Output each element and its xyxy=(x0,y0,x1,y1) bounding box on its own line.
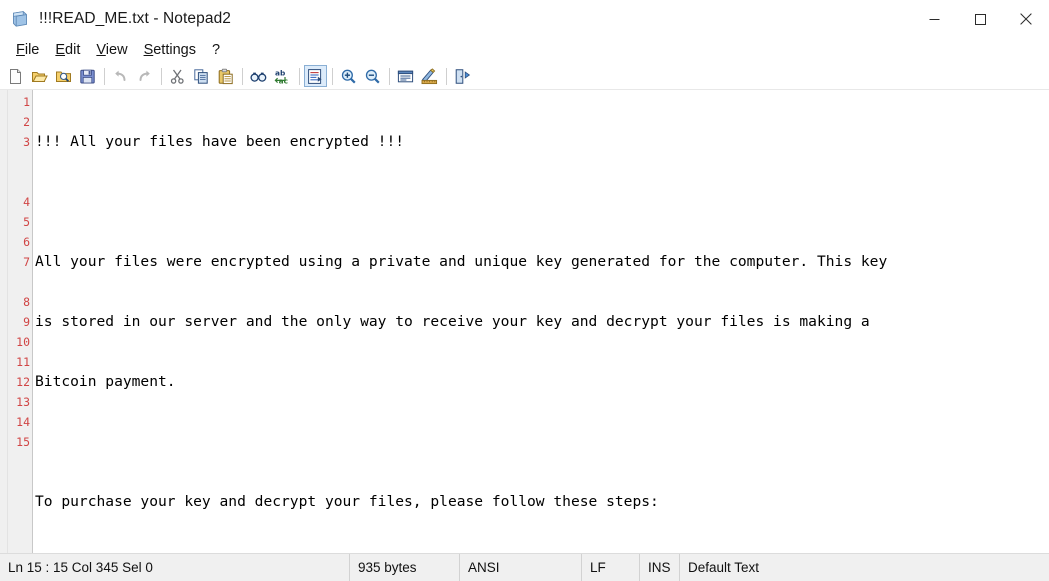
line-number: 6 xyxy=(23,235,30,249)
toolbar: ab ac xyxy=(0,63,1049,90)
line-number: 7 xyxy=(23,255,30,269)
status-file-size: 935 bytes xyxy=(350,554,460,581)
browse-file-button[interactable] xyxy=(52,65,75,87)
bookmark-margin[interactable] xyxy=(0,90,8,553)
editor-area[interactable]: 1 2 3 . . 4 5 6 7 . 8 9 10 11 12 13 14 1… xyxy=(0,90,1049,553)
line-number: 9 xyxy=(23,315,30,329)
word-wrap-button[interactable] xyxy=(304,65,327,87)
line-number: 4 xyxy=(23,195,30,209)
menu-bar: File Edit View Settings ? xyxy=(0,38,1049,63)
menu-settings-label: ettings xyxy=(153,42,196,58)
menu-help[interactable]: ? xyxy=(204,40,228,61)
line-number: 14 xyxy=(16,415,30,429)
notepad-document-icon xyxy=(11,10,29,28)
toolbar-separator xyxy=(299,67,300,85)
scheme-options-button[interactable] xyxy=(418,65,441,87)
toolbar-separator xyxy=(389,67,390,85)
zoom-out-button[interactable] xyxy=(361,65,384,87)
status-line-endings[interactable]: LF xyxy=(582,554,640,581)
status-bar: Ln 15 : 15 Col 345 Sel 0 935 bytes ANSI … xyxy=(0,553,1049,581)
menu-edit-label: dit xyxy=(65,42,81,58)
open-file-button[interactable] xyxy=(28,65,51,87)
status-scheme[interactable]: Default Text xyxy=(680,554,1049,581)
line-number-gutter: 1 2 3 . . 4 5 6 7 . 8 9 10 11 12 13 14 1… xyxy=(8,90,33,553)
redo-button[interactable] xyxy=(133,65,156,87)
find-button[interactable] xyxy=(247,65,270,87)
line-number: 5 xyxy=(23,215,30,229)
scheme-button[interactable] xyxy=(394,65,417,87)
document-text[interactable]: !!! All your files have been encrypted !… xyxy=(33,92,1049,553)
text-line: All your files were encrypted using a pr… xyxy=(35,253,888,270)
text-line xyxy=(35,432,1049,452)
line-number: 8 xyxy=(23,295,30,309)
title-bar: !!!READ_ME.txt - Notepad2 xyxy=(0,0,1049,38)
text-line xyxy=(35,192,1049,212)
line-number: 10 xyxy=(16,335,30,349)
text-line: is stored in our server and the only way… xyxy=(35,313,870,330)
maximize-button[interactable] xyxy=(957,0,1003,38)
menu-file[interactable]: File xyxy=(8,40,47,61)
line-number: 12 xyxy=(16,375,30,389)
status-insert-mode[interactable]: INS xyxy=(640,554,680,581)
cut-button[interactable] xyxy=(166,65,189,87)
text-line xyxy=(35,552,1049,553)
exit-button[interactable] xyxy=(451,65,474,87)
text-line: To purchase your key and decrypt your fi… xyxy=(35,493,659,510)
zoom-in-button[interactable] xyxy=(337,65,360,87)
toolbar-separator xyxy=(446,67,447,85)
close-button[interactable] xyxy=(1003,0,1049,38)
line-number: 2 xyxy=(23,115,30,129)
text-content[interactable]: !!! All your files have been encrypted !… xyxy=(33,90,1049,553)
status-cursor-position: Ln 15 : 15 Col 345 Sel 0 xyxy=(0,554,350,581)
menu-edit[interactable]: Edit xyxy=(47,40,88,61)
toolbar-separator xyxy=(242,67,243,85)
notepad2-window: !!!READ_ME.txt - Notepad2 File Edit View… xyxy=(0,0,1049,581)
status-encoding[interactable]: ANSI xyxy=(460,554,582,581)
line-number: 13 xyxy=(16,395,30,409)
line-number: 15 xyxy=(16,435,30,449)
toolbar-separator xyxy=(332,67,333,85)
paste-button[interactable] xyxy=(214,65,237,87)
menu-settings[interactable]: Settings xyxy=(136,40,204,61)
undo-button[interactable] xyxy=(109,65,132,87)
menu-view-label: iew xyxy=(105,42,128,58)
menu-file-label: ile xyxy=(24,42,40,58)
toolbar-separator xyxy=(161,67,162,85)
window-controls xyxy=(911,0,1049,38)
minimize-button[interactable] xyxy=(911,0,957,38)
menu-view[interactable]: View xyxy=(88,40,135,61)
text-line: Bitcoin payment. xyxy=(35,373,176,390)
text-line: !!! All your files have been encrypted !… xyxy=(35,133,405,150)
save-file-button[interactable] xyxy=(76,65,99,87)
line-number: 1 xyxy=(23,95,30,109)
line-number: 3 xyxy=(23,135,30,149)
new-file-button[interactable] xyxy=(4,65,27,87)
line-number: 11 xyxy=(16,355,30,369)
replace-button[interactable]: ab ac xyxy=(271,65,294,87)
copy-button[interactable] xyxy=(190,65,213,87)
window-title: !!!READ_ME.txt - Notepad2 xyxy=(39,10,232,27)
toolbar-separator xyxy=(104,67,105,85)
